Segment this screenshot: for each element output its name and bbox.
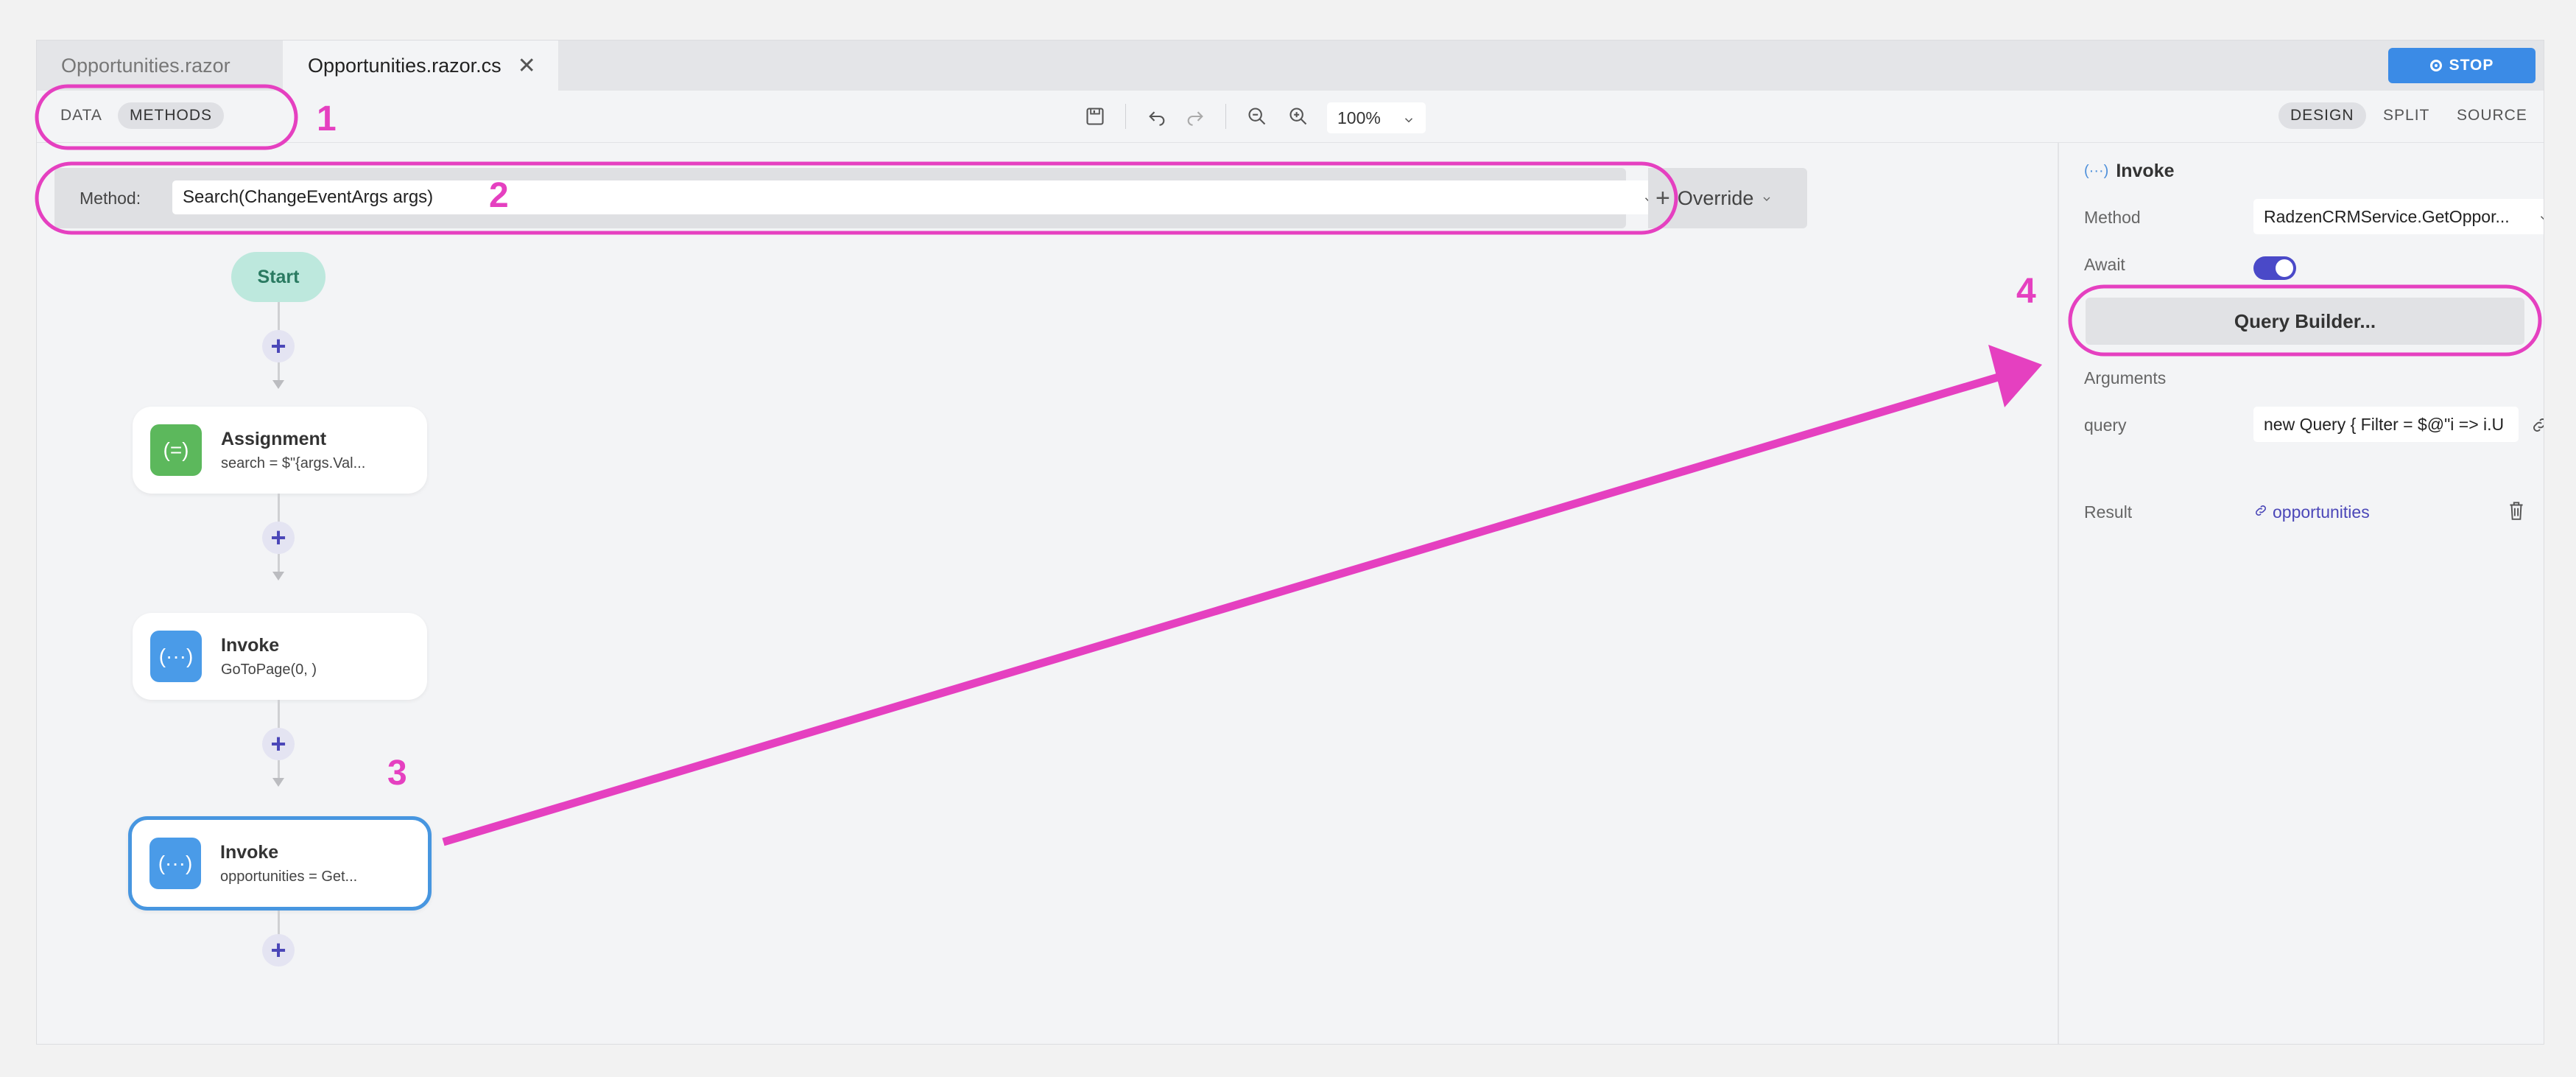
source-view-button[interactable]: SOURCE (2445, 102, 2539, 129)
methods-tab-button[interactable]: METHODS (118, 102, 224, 129)
annotation-number-2: 2 (489, 176, 509, 215)
trash-icon[interactable] (2507, 499, 2526, 525)
assignment-node[interactable]: (=) Assignment search = $"{args.Val... (133, 407, 427, 494)
assignment-icon: (=) (150, 424, 202, 476)
app-window: Opportunities.razor Opportunities.razor.… (36, 40, 2544, 1045)
method-select[interactable]: Search(ChangeEventArgs args) (172, 180, 1664, 214)
chevron-down-icon (1761, 187, 1773, 210)
zoom-select[interactable]: 100% (1327, 102, 1426, 133)
invoke-node-selected[interactable]: (···) Invoke opportunities = Get... (128, 816, 432, 911)
override-button[interactable]: + Override (1648, 168, 1807, 228)
node-subtitle: GoToPage(0, ) (221, 662, 317, 678)
method-label: Method (2084, 208, 2141, 227)
invoke-node[interactable]: (···) Invoke GoToPage(0, ) (133, 613, 427, 700)
node-subtitle: search = $"{args.Val... (221, 455, 366, 471)
annotation-number-4: 4 (2016, 272, 2036, 311)
stop-button[interactable]: STOP (2388, 48, 2535, 83)
method-select[interactable]: RadzenCRMService.GetOppor... (2253, 199, 2544, 234)
close-icon[interactable]: ✕ (518, 53, 536, 79)
invoke-icon: (···) (149, 838, 201, 889)
zoom-out-icon[interactable] (1245, 104, 1270, 129)
result-label: Result (2084, 502, 2133, 522)
method-label: Method: (80, 189, 141, 208)
stop-icon (2429, 60, 2442, 71)
tab-opportunities-razor[interactable]: Opportunities.razor (37, 41, 280, 91)
result-link[interactable]: opportunities (2253, 502, 2370, 522)
start-node[interactable]: Start (231, 252, 325, 302)
query-value: new Query { Filter = $@"i => i.U (2264, 414, 2505, 434)
method-designer-canvas: Method: Search(ChangeEventArgs args) + O… (37, 143, 2058, 1044)
split-view-button[interactable]: SPLIT (2371, 102, 2441, 129)
annotation-number-1: 1 (317, 99, 337, 138)
node-title: Invoke (220, 842, 279, 863)
override-label: Override (1677, 186, 1754, 209)
properties-title-text: Invoke (2116, 161, 2175, 181)
add-step-button[interactable]: + (262, 934, 295, 967)
zoom-value: 100% (1337, 108, 1381, 127)
stop-label: STOP (2449, 57, 2494, 74)
redo-icon[interactable] (1183, 104, 1208, 129)
tab-label: Opportunities.razor (61, 54, 230, 77)
tab-opportunities-razor-cs[interactable]: Opportunities.razor.cs ✕ (283, 41, 558, 91)
await-label: Await (2084, 255, 2125, 274)
link-icon (2253, 502, 2268, 522)
plus-icon: + (1655, 183, 1670, 212)
query-builder-button[interactable]: Query Builder... (2086, 298, 2524, 345)
node-title: Assignment (221, 429, 327, 449)
method-select-value: RadzenCRMService.GetOppor... (2264, 206, 2510, 226)
annotation-number-3: 3 (387, 754, 407, 793)
add-step-button[interactable]: + (262, 522, 295, 554)
add-step-button[interactable]: + (262, 330, 295, 362)
query-label: query (2084, 415, 2127, 435)
tab-label: Opportunities.razor.cs (308, 54, 502, 77)
undo-icon[interactable] (1144, 104, 1169, 129)
add-step-button[interactable]: + (262, 728, 295, 760)
node-title: Invoke (221, 635, 280, 656)
link-icon[interactable] (2530, 415, 2544, 438)
save-icon[interactable] (1083, 104, 1108, 129)
zoom-in-icon[interactable] (1286, 104, 1311, 129)
query-input[interactable]: new Query { Filter = $@"i => i.U (2253, 407, 2519, 442)
node-subtitle: opportunities = Get... (220, 869, 358, 885)
editor-toolbar: DATA METHODS 100% DESIGN SPLIT SOURCE (37, 91, 2544, 143)
invoke-icon: (···) (2084, 163, 2109, 179)
method-select-value: Search(ChangeEventArgs args) (183, 187, 434, 207)
arguments-label: Arguments (2084, 368, 2167, 387)
data-tab-button[interactable]: DATA (49, 102, 114, 129)
properties-panel: (···) Invoke Method RadzenCRMService.Get… (2058, 143, 2544, 1044)
chevron-down-icon (1402, 111, 1415, 131)
file-tab-bar: Opportunities.razor Opportunities.razor.… (37, 41, 2544, 91)
method-bar: Method: Search(ChangeEventArgs args) (54, 168, 1664, 228)
result-value: opportunities (2273, 502, 2370, 522)
await-toggle[interactable] (2253, 256, 2296, 280)
properties-title: (···) Invoke (2084, 161, 2175, 182)
invoke-icon: (···) (150, 631, 202, 682)
design-view-button[interactable]: DESIGN (2278, 102, 2366, 129)
chevron-down-icon (2538, 209, 2544, 229)
